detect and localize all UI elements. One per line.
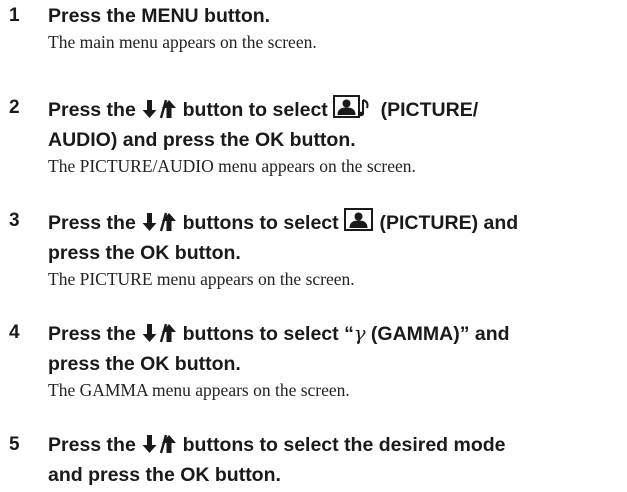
step-instruction: Press the MENU button.	[48, 5, 271, 27]
step-instruction: Press the buttons to select (PICTURE) an…	[48, 208, 626, 240]
gamma-symbol: γ	[353, 322, 366, 345]
step-instruction: Press the buttons to select “γ (GAMMA)” …	[48, 320, 626, 351]
down-up-arrow-icon	[141, 434, 177, 462]
picture-icon	[344, 208, 374, 240]
down-up-arrow-icon	[141, 212, 177, 240]
step-number: 3	[9, 210, 20, 231]
step-result: The main menu appears on the screen.	[48, 32, 317, 52]
step-instruction: Press the buttons to select the desired …	[48, 432, 626, 462]
step-result: The GAMMA menu appears on the screen.	[48, 380, 350, 400]
step-number: 5	[9, 434, 20, 455]
down-up-arrow-icon	[141, 323, 177, 351]
step-result: The PICTURE/AUDIO menu appears on the sc…	[48, 156, 416, 176]
down-up-arrow-icon	[141, 99, 177, 127]
step-instruction: Press the button to select (PICTURE/	[48, 95, 626, 127]
picture-audio-icon	[333, 95, 375, 127]
step-number: 1	[9, 5, 20, 26]
step-result: The PICTURE menu appears on the screen.	[48, 269, 355, 289]
step-number: 2	[9, 97, 20, 118]
step-number: 4	[9, 322, 20, 343]
